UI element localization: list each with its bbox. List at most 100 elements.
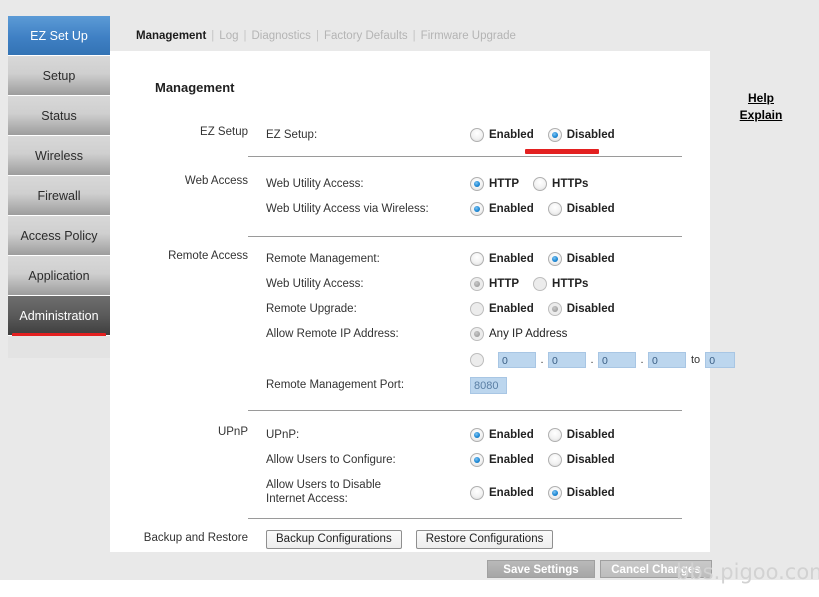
- sidebar-item-access-policy[interactable]: Access Policy: [8, 216, 110, 256]
- radio-button[interactable]: [547, 452, 562, 467]
- sidebar-item-setup[interactable]: Setup: [8, 56, 110, 96]
- radio-label: Enabled: [489, 486, 534, 499]
- radio-button[interactable]: [533, 276, 548, 291]
- section-rows: UPnP: Enabled Disabled Allow Users to Confi…: [266, 426, 700, 508]
- radio-button[interactable]: [547, 201, 562, 216]
- radio-button[interactable]: [470, 326, 484, 341]
- settings-row-ip-range: 0. 0. 0. 0 to 0: [266, 350, 736, 376]
- row-options: Enabled Disabled: [470, 250, 615, 268]
- radio-button[interactable]: [547, 251, 562, 266]
- radio-option[interactable]: Disabled: [547, 426, 615, 444]
- sidebar-item-label: Firewall: [37, 188, 81, 203]
- ip-octet-field[interactable]: 0: [648, 351, 686, 368]
- radio-button[interactable]: [470, 176, 484, 191]
- ip-octet-field[interactable]: 0: [548, 351, 586, 368]
- tab-separator: |: [211, 30, 215, 42]
- radio-button[interactable]: [547, 485, 562, 500]
- radio-option[interactable]: Disabled: [547, 484, 615, 502]
- row-label: Remote Management Port:: [266, 379, 405, 391]
- radio-option[interactable]: Enabled: [470, 426, 534, 444]
- radio-button[interactable]: [547, 427, 562, 442]
- tab-factory-defaults[interactable]: Factory Defaults: [324, 30, 408, 42]
- radio-option[interactable]: Enabled: [470, 484, 534, 502]
- radio-option[interactable]: HTTP: [470, 175, 519, 193]
- tab-diagnostics[interactable]: Diagnostics: [251, 30, 310, 42]
- tab-firmware-upgrade[interactable]: Firmware Upgrade: [421, 30, 516, 42]
- settings-row-port: Remote Management Port: 8080: [266, 376, 700, 401]
- radio-button[interactable]: [470, 301, 484, 316]
- radio-label: Enabled: [489, 428, 534, 441]
- tab-log[interactable]: Log: [219, 30, 238, 42]
- help-panel: Help Explain: [733, 90, 789, 124]
- radio-button[interactable]: [547, 301, 562, 316]
- restore-configurations-button[interactable]: Restore Configurations: [415, 530, 554, 549]
- row-options: Any IP Address: [470, 325, 567, 343]
- row-label: Web Utility Access:: [266, 178, 364, 190]
- section-label-web-access: Web Access: [184, 175, 248, 187]
- radio-button[interactable]: [470, 201, 484, 216]
- settings-row: UPnP: Enabled Disabled: [266, 426, 700, 451]
- section-divider: [248, 236, 682, 237]
- section-divider: [248, 410, 682, 411]
- sidebar-nav: EZ Set Up Setup Status Wireless Firewall Acce…: [8, 16, 110, 338]
- ip-separator: .: [590, 353, 594, 366]
- sidebar-item-label: Setup: [42, 68, 76, 83]
- radio-option[interactable]: Enabled: [470, 250, 534, 268]
- radio-option[interactable]: Any IP Address: [470, 325, 567, 343]
- radio-option[interactable]: Disabled: [547, 300, 615, 318]
- row-label: Web Utility Access via Wireless:: [266, 203, 429, 215]
- sidebar-item-label: EZ Set Up: [30, 28, 88, 43]
- radio-button[interactable]: [547, 127, 562, 142]
- radio-option[interactable]: Enabled: [470, 300, 534, 318]
- row-options: Enabled Disabled: [470, 300, 615, 318]
- radio-button[interactable]: [470, 251, 484, 266]
- radio-option[interactable]: Disabled: [547, 250, 615, 268]
- radio-button[interactable]: [470, 127, 484, 142]
- radio-button[interactable]: [470, 485, 484, 500]
- sidebar-item-firewall[interactable]: Firewall: [8, 176, 110, 216]
- backup-configurations-button[interactable]: Backup Configurations: [266, 530, 402, 549]
- sidebar-item-ez-set-up[interactable]: EZ Set Up: [8, 16, 110, 56]
- sidebar-item-label: Application: [28, 268, 90, 283]
- radio-label: HTTP: [489, 277, 520, 290]
- section-label-upnp: UPnP: [217, 426, 248, 438]
- settings-row: Web Utility Access: HTTP HTTPs: [266, 175, 700, 200]
- radio-option[interactable]: HTTPs: [533, 175, 588, 193]
- row-options: Enabled Disabled: [470, 126, 615, 144]
- radio-button[interactable]: [470, 276, 484, 291]
- watermark: bbs.pigoo.com: [676, 560, 819, 584]
- sidebar-item-status[interactable]: Status: [8, 96, 110, 136]
- help-link[interactable]: Help: [733, 90, 789, 107]
- radio-option[interactable]: Disabled: [547, 451, 615, 469]
- radio-label: Disabled: [566, 302, 615, 315]
- tab-bar: Management | Log | Diagnostics | Factory Defau…: [136, 30, 516, 42]
- sidebar-item-application[interactable]: Application: [8, 256, 110, 296]
- radio-button-specific-ip[interactable]: [470, 352, 484, 367]
- radio-label: HTTPs: [552, 177, 589, 190]
- radio-option[interactable]: Enabled: [470, 451, 534, 469]
- radio-label: Enabled: [489, 202, 534, 215]
- radio-option[interactable]: Disabled: [547, 200, 615, 218]
- sidebar-item-wireless[interactable]: Wireless: [8, 136, 110, 176]
- sidebar-item-administration[interactable]: Administration: [8, 296, 110, 338]
- radio-option[interactable]: Enabled: [470, 126, 534, 144]
- radio-label: Disabled: [566, 453, 615, 466]
- tab-separator: |: [412, 30, 416, 42]
- radio-label: Disabled: [566, 128, 615, 141]
- ip-range-end-field[interactable]: 0: [705, 351, 736, 368]
- radio-button[interactable]: [470, 452, 484, 467]
- radio-option[interactable]: Disabled: [547, 126, 615, 144]
- save-settings-button[interactable]: Save Settings: [487, 560, 595, 578]
- remote-port-field[interactable]: 8080: [470, 377, 507, 394]
- radio-option[interactable]: HTTPs: [533, 275, 588, 293]
- radio-option[interactable]: HTTP: [470, 275, 519, 293]
- tab-management[interactable]: Management: [136, 30, 206, 42]
- ip-octet-field[interactable]: 0: [598, 351, 636, 368]
- radio-button[interactable]: [470, 427, 484, 442]
- explain-link[interactable]: Explain: [733, 107, 789, 124]
- ip-octet-field[interactable]: 0: [498, 351, 536, 368]
- settings-row: Remote Upgrade: Enabled Disabled: [266, 300, 700, 325]
- radio-label: Any IP Address: [489, 327, 568, 340]
- radio-button[interactable]: [533, 176, 548, 191]
- radio-option[interactable]: Enabled: [470, 200, 534, 218]
